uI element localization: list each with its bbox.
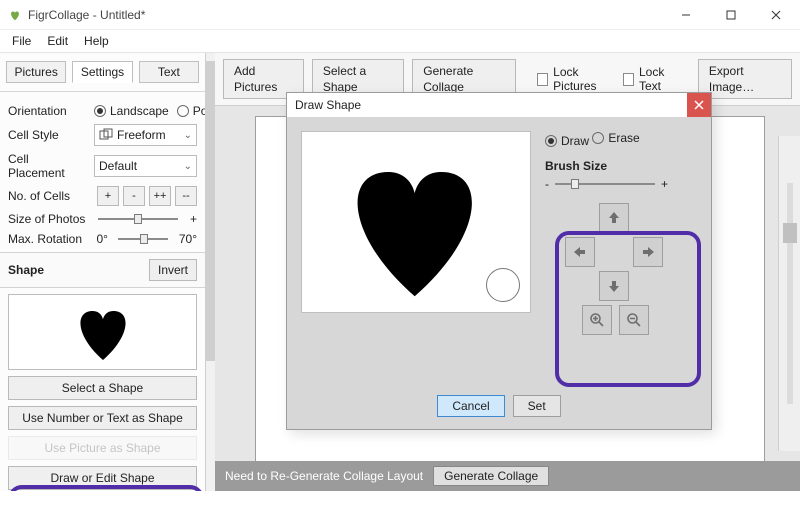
arrow-up-icon — [606, 210, 622, 226]
cells-plus-button[interactable]: + — [97, 186, 119, 206]
dialog-title: Draw Shape — [295, 98, 361, 112]
zoom-out-icon — [626, 312, 642, 328]
pan-zoom-grid — [545, 203, 685, 333]
shape-preview — [8, 294, 197, 370]
cell-style-label: Cell Style — [8, 128, 86, 142]
arrow-right-icon — [640, 244, 656, 260]
dialog-shape-preview[interactable] — [301, 131, 531, 313]
use-picture-shape-button[interactable]: Use Picture as Shape — [8, 436, 197, 460]
window-titlebar: FigrCollage - Untitled* — [0, 0, 800, 30]
menu-file[interactable]: File — [6, 32, 37, 50]
statusbar: Need to Re-Generate Collage Layout Gener… — [215, 461, 800, 491]
tab-text[interactable]: Text — [139, 61, 199, 83]
brush-size-label: Brush Size — [545, 159, 697, 173]
zoom-in-icon — [589, 312, 605, 328]
cells-minus-button[interactable]: - — [123, 186, 145, 206]
menubar: File Edit Help — [0, 30, 800, 53]
sidebar-scrollbar[interactable] — [206, 53, 215, 491]
size-photos-label: Size of Photos — [8, 212, 86, 226]
maximize-button[interactable] — [708, 1, 753, 29]
rot-min: 0° — [96, 232, 107, 246]
brush-cursor-indicator — [486, 268, 520, 302]
tab-pictures[interactable]: Pictures — [6, 61, 66, 83]
orientation-landscape-radio[interactable]: Landscape — [94, 104, 169, 118]
lock-text-checkbox[interactable]: Lock Text — [623, 65, 682, 93]
select-shape-button[interactable]: Select a Shape — [8, 376, 197, 400]
zoom-out-button[interactable] — [619, 305, 649, 335]
menu-edit[interactable]: Edit — [41, 32, 74, 50]
brush-plus: + — [661, 177, 668, 191]
chevron-down-icon: ⌄ — [184, 130, 192, 141]
settings-sidebar: Pictures Settings Text Orientation Lands… — [0, 53, 206, 491]
no-cells-label: No. of Cells — [8, 189, 86, 203]
rot-max: 70° — [179, 232, 197, 246]
cells-minusminus-button[interactable]: -- — [175, 186, 197, 206]
cell-placement-label: Cell Placement — [8, 152, 86, 180]
arrow-down-icon — [606, 278, 622, 294]
tab-settings[interactable]: Settings — [72, 61, 132, 83]
status-message: Need to Re-Generate Collage Layout — [225, 469, 423, 483]
draw-shape-dialog: Draw Shape Draw Erase Brush Size - + — [286, 92, 712, 430]
close-icon — [694, 100, 704, 110]
cell-placement-select[interactable]: Default ⌄ — [94, 155, 197, 177]
cell-style-select[interactable]: Freeform ⌄ — [94, 124, 197, 146]
close-button[interactable] — [753, 1, 798, 29]
menu-help[interactable]: Help — [78, 32, 115, 50]
draw-or-edit-shape-button[interactable]: Draw or Edit Shape — [8, 466, 197, 490]
invert-button[interactable]: Invert — [149, 259, 197, 281]
max-rotation-label: Max. Rotation — [8, 232, 86, 246]
erase-radio[interactable]: Erase — [592, 131, 639, 145]
cells-plusplus-button[interactable]: ++ — [149, 186, 171, 206]
freeform-icon — [99, 128, 113, 142]
pan-right-button[interactable] — [633, 237, 663, 267]
size-photos-slider[interactable] — [98, 212, 178, 226]
chevron-down-icon: ⌄ — [184, 161, 192, 172]
brush-minus: - — [545, 177, 549, 191]
minimize-button[interactable] — [663, 1, 708, 29]
use-number-text-shape-button[interactable]: Use Number or Text as Shape — [8, 406, 197, 430]
lock-pictures-checkbox[interactable]: Lock Pictures — [537, 65, 615, 93]
dialog-cancel-button[interactable]: Cancel — [437, 395, 504, 417]
dialog-set-button[interactable]: Set — [513, 395, 561, 417]
size-plus: + — [190, 212, 197, 226]
status-generate-button[interactable]: Generate Collage — [433, 466, 549, 486]
brush-size-slider[interactable] — [555, 177, 655, 191]
max-rotation-slider[interactable] — [118, 232, 168, 246]
app-icon — [8, 8, 22, 22]
dialog-close-button[interactable] — [687, 93, 711, 117]
window-title: FigrCollage - Untitled* — [28, 8, 145, 22]
shape-section-head: Shape — [8, 263, 44, 277]
orientation-label: Orientation — [8, 104, 86, 118]
pan-up-button[interactable] — [599, 203, 629, 233]
vertical-slider[interactable] — [778, 136, 800, 451]
arrow-left-icon — [572, 244, 588, 260]
orientation-portrait-radio[interactable]: Portrait — [177, 104, 206, 118]
pan-down-button[interactable] — [599, 271, 629, 301]
draw-radio[interactable]: Draw — [545, 134, 589, 148]
zoom-in-button[interactable] — [582, 305, 612, 335]
pan-left-button[interactable] — [565, 237, 595, 267]
